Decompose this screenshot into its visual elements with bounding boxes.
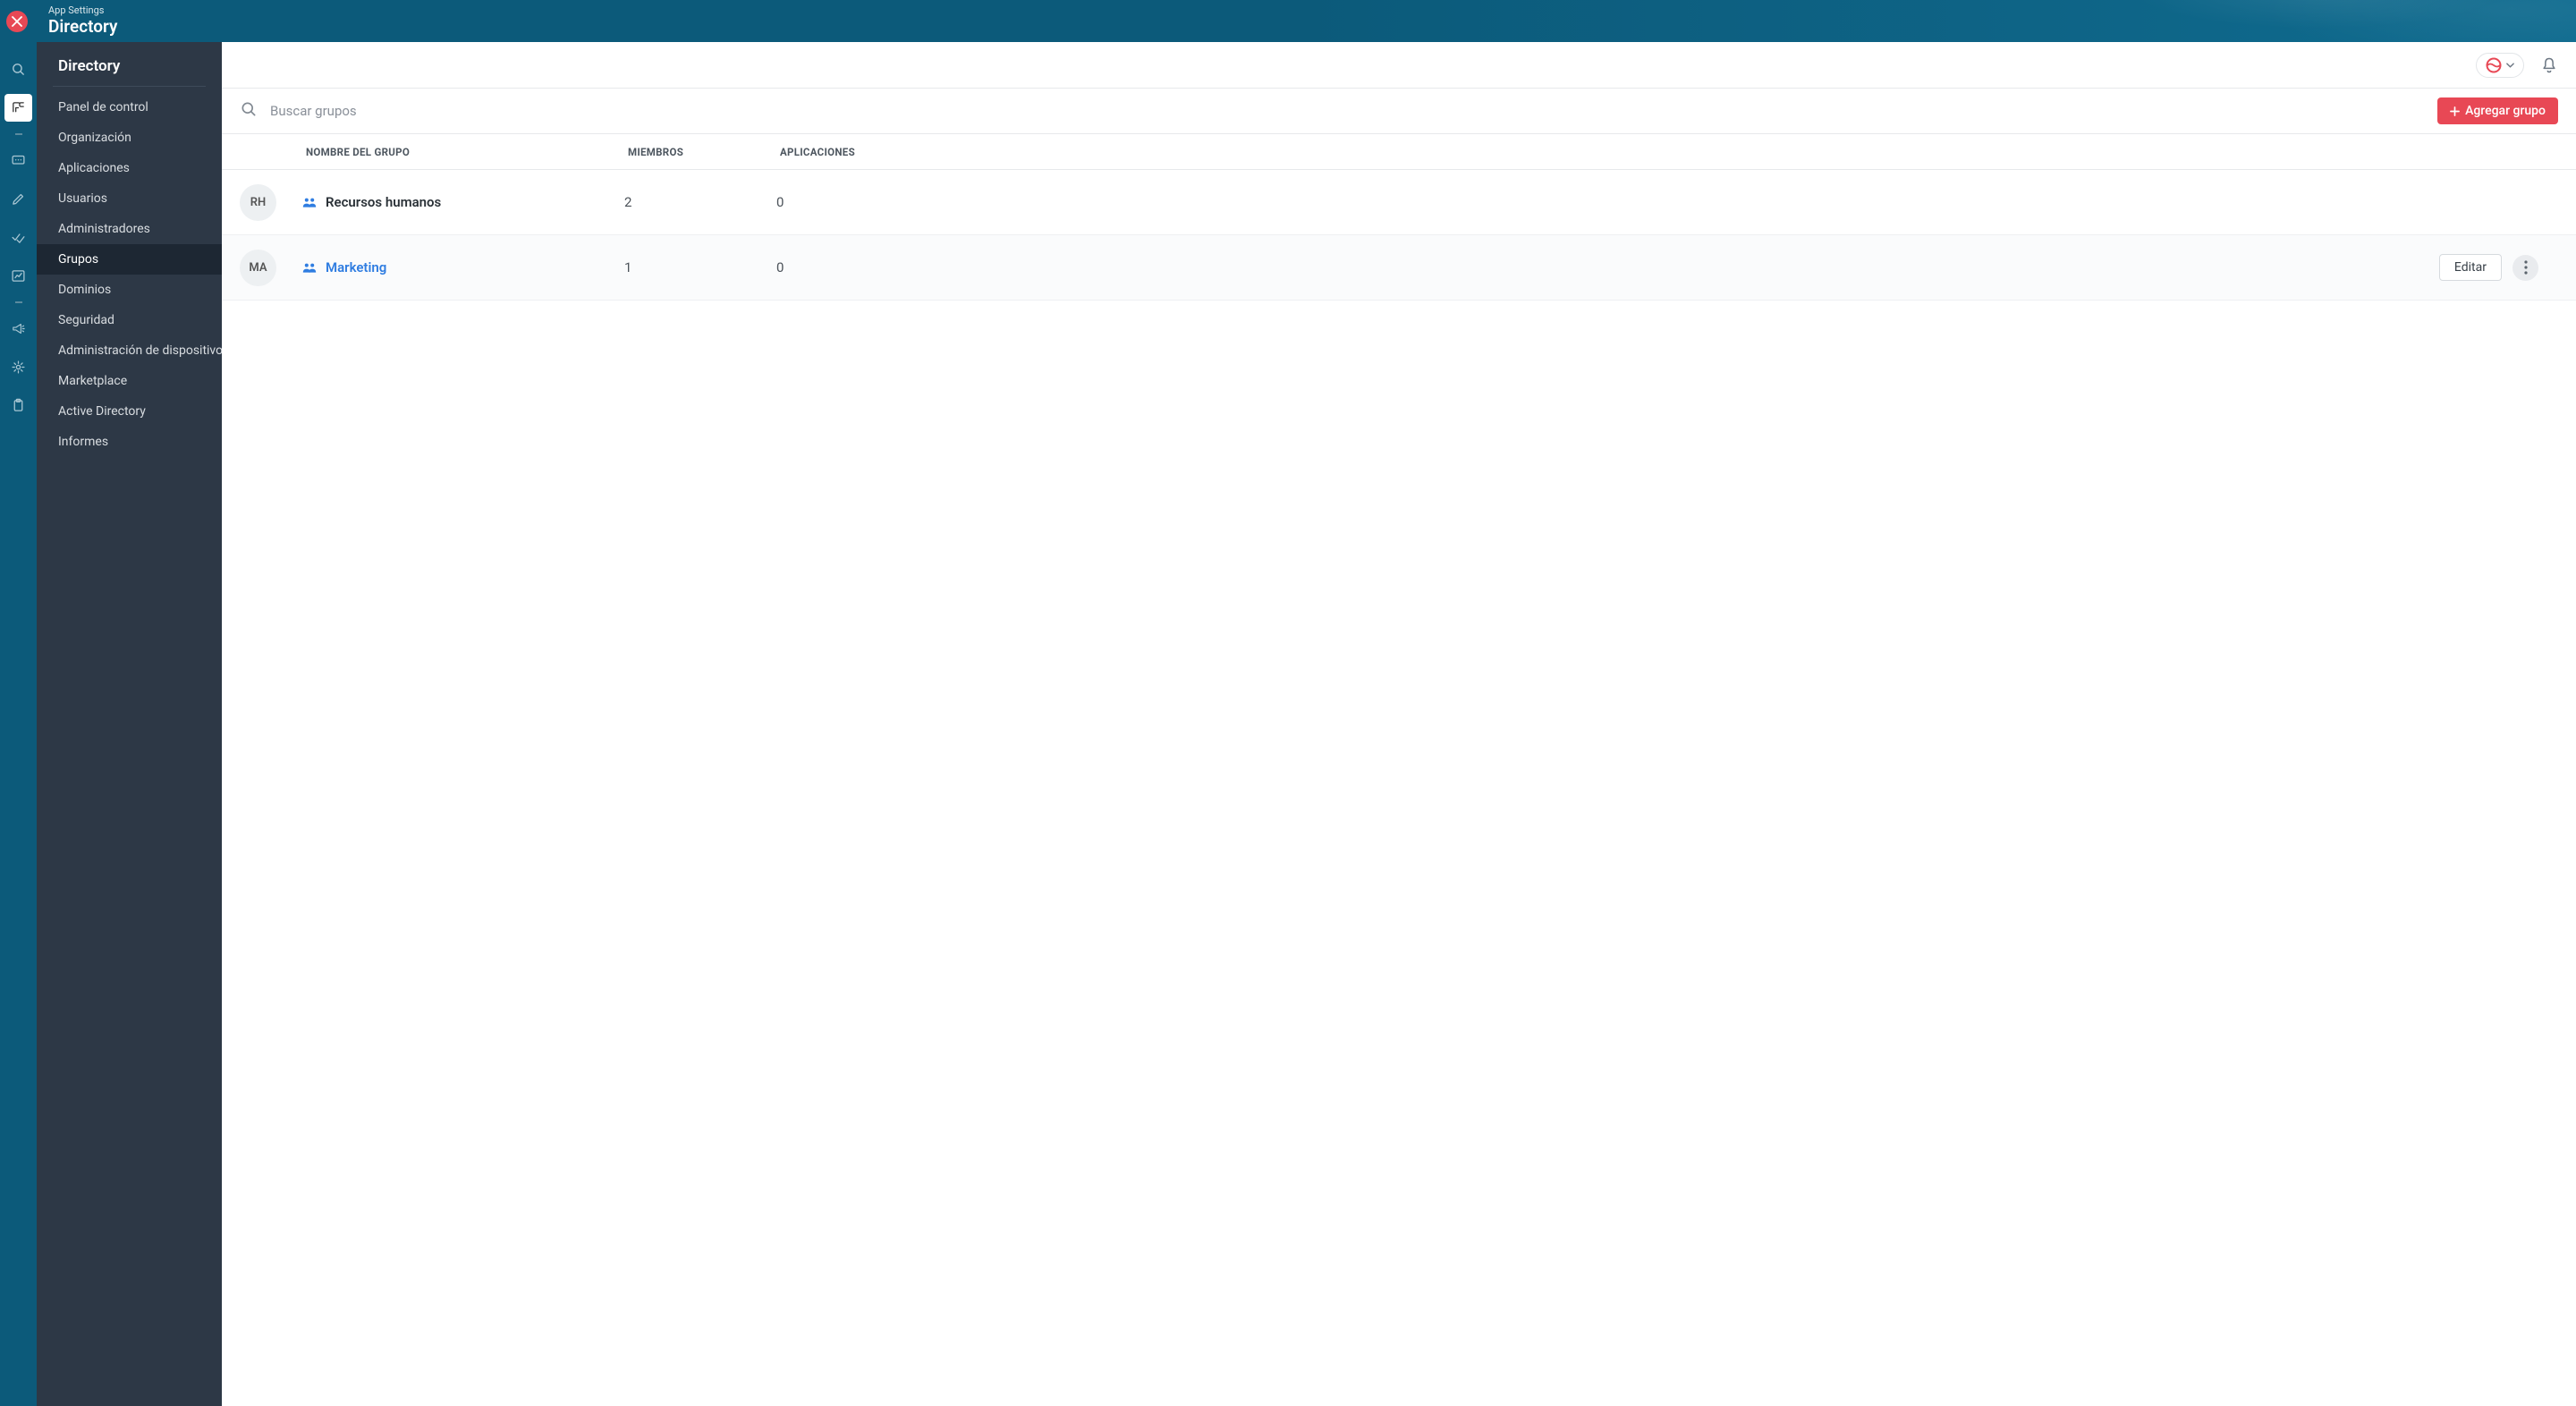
col-members: MIEMBROS (624, 146, 776, 158)
rail-checks[interactable] (4, 224, 32, 251)
add-group-label: Agregar grupo (2465, 104, 2546, 118)
chat-icon (11, 153, 26, 168)
rail-directory[interactable] (4, 94, 32, 122)
megaphone-icon (11, 321, 26, 336)
group-name-cell[interactable]: Recursos humanos (302, 194, 624, 210)
sidebar-item-marketplace[interactable]: Marketplace (37, 366, 222, 396)
sidebar-item-grupos[interactable]: Grupos (37, 244, 222, 275)
col-name: NOMBRE DEL GRUPO (302, 146, 624, 158)
notifications-button[interactable] (2540, 56, 2558, 74)
rail-chat[interactable] (4, 147, 32, 174)
rail-search[interactable] (4, 55, 32, 83)
close-icon (12, 16, 22, 27)
rail-edit[interactable] (4, 185, 32, 213)
sidebar-item-aplicaciones[interactable]: Aplicaciones (37, 153, 222, 183)
more-actions-button[interactable] (2512, 255, 2538, 281)
group-icon (302, 261, 317, 274)
sidebar-item-dominios[interactable]: Dominios (37, 275, 222, 305)
sidebar-item-administración-de-dispositivos[interactable]: Administración de dispositivos (37, 335, 222, 366)
sidebar-divider (53, 86, 206, 87)
dots-vertical-icon (2524, 260, 2528, 275)
rail-divider-1 (4, 129, 32, 140)
members-count: 2 (624, 194, 776, 210)
group-name: Marketing (326, 259, 386, 275)
close-button[interactable] (6, 11, 28, 32)
plus-icon (2450, 106, 2460, 116)
groups-table: NOMBRE DEL GRUPO MIEMBROS APLICACIONES R… (222, 134, 2576, 1406)
sidebar-item-usuarios[interactable]: Usuarios (37, 183, 222, 214)
toolbar (222, 42, 2576, 89)
bell-icon (2540, 56, 2558, 74)
directory-icon (11, 100, 26, 115)
top-header: App Settings Directory (0, 0, 2576, 42)
table-header: NOMBRE DEL GRUPO MIEMBROS APLICACIONES (222, 134, 2576, 170)
sidebar-item-active-directory[interactable]: Active Directory (37, 396, 222, 427)
rail-settings[interactable] (4, 353, 32, 381)
group-name: Recursos humanos (326, 194, 441, 210)
search-input[interactable] (270, 103, 2425, 119)
apps-count: 0 (776, 259, 2379, 275)
header-subtitle: App Settings (48, 5, 117, 17)
checks-icon (11, 230, 26, 245)
members-count: 1 (624, 259, 776, 275)
sidebar-item-seguridad[interactable]: Seguridad (37, 305, 222, 335)
chevron-down-icon (2506, 63, 2514, 68)
apps-count: 0 (776, 194, 2379, 210)
group-avatar: MA (240, 250, 276, 286)
gear-icon (11, 360, 26, 375)
search-icon (11, 62, 26, 77)
search-icon (240, 100, 258, 122)
app-switcher[interactable] (2476, 53, 2524, 78)
sidebar-item-administradores[interactable]: Administradores (37, 214, 222, 244)
rail-divider-2 (4, 297, 32, 308)
table-row[interactable]: RH Recursos humanos 20 (222, 170, 2576, 235)
sidebar-item-organización[interactable]: Organización (37, 123, 222, 153)
col-apps: APLICACIONES (776, 146, 2379, 158)
header-title: Directory (48, 17, 117, 37)
group-icon (302, 196, 317, 208)
add-group-button[interactable]: Agregar grupo (2437, 97, 2558, 124)
rail-reports[interactable] (4, 262, 32, 290)
sidebar-item-panel-de-control[interactable]: Panel de control (37, 92, 222, 123)
sidebar-title: Directory (37, 42, 222, 86)
group-name-cell[interactable]: Marketing (302, 259, 624, 275)
sidebar: Directory Panel de controlOrganizaciónAp… (37, 42, 222, 1406)
table-row[interactable]: MA Marketing 10 Editar (222, 235, 2576, 301)
zoho-icon (2486, 57, 2502, 73)
clipboard-icon (11, 398, 26, 413)
icon-rail (0, 42, 37, 1406)
rail-clipboard[interactable] (4, 392, 32, 419)
pencil-icon (11, 191, 26, 207)
search-bar: Agregar grupo (222, 89, 2576, 134)
group-avatar: RH (240, 184, 276, 221)
rail-announce[interactable] (4, 315, 32, 343)
sidebar-item-informes[interactable]: Informes (37, 427, 222, 457)
edit-button[interactable]: Editar (2439, 254, 2502, 281)
main-content: Agregar grupo NOMBRE DEL GRUPO MIEMBROS … (222, 42, 2576, 1406)
chart-icon (11, 268, 26, 284)
